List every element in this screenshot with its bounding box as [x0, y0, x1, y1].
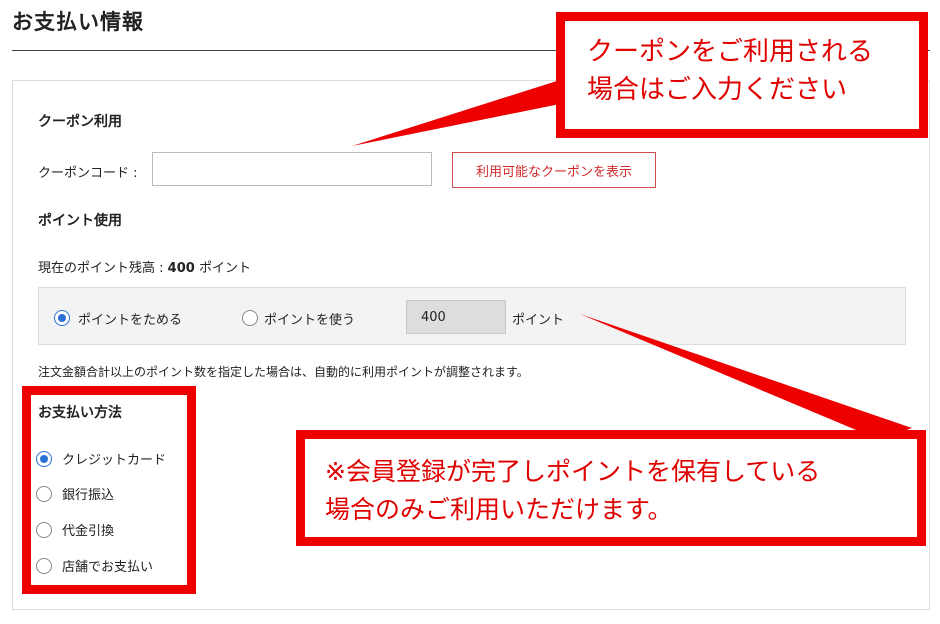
points-callout-line-1: ※会員登録が完了しポイントを保有している — [325, 457, 821, 486]
coupon-callout: クーポンをご利用される 場合はご入力ください — [556, 12, 928, 138]
coupon-callout-line-2: 場合はご入力ください — [587, 75, 848, 105]
points-callout: ※会員登録が完了しポイントを保有している 場合のみご利用いただけます。 — [296, 430, 926, 546]
coupon-callout-line-1: クーポンをご利用される — [587, 37, 874, 67]
points-callout-arrow — [580, 314, 912, 440]
coupon-callout-arrow — [352, 80, 560, 146]
points-callout-line-2: 場合のみご利用いただけます。 — [325, 495, 673, 524]
